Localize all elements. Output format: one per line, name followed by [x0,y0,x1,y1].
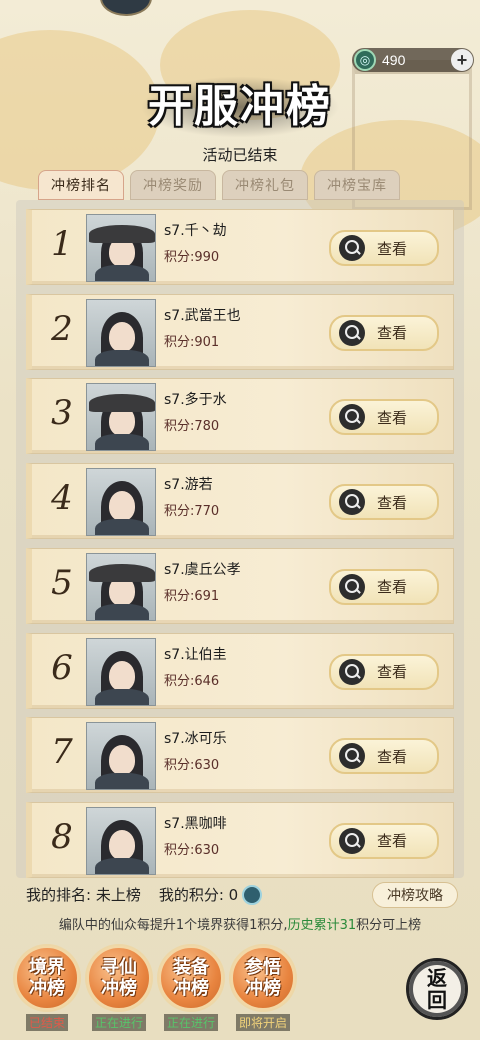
view-label: 查看 [377,493,408,512]
tab-gift-pack[interactable]: 冲榜礼包 [222,170,308,200]
magnifier-icon [339,319,365,346]
view-label: 查看 [377,324,408,343]
ranking-row: 2 s7.武當王也 积分:901 查看 [26,293,454,370]
view-label: 查看 [377,663,408,681]
immortal-ranking-entry: 寻仙 冲榜 正在进行 [86,946,152,1031]
tab-ranking[interactable]: 冲榜排名 [38,170,124,200]
player-name: s7.多于水 [164,392,227,409]
view-label: 查看 [377,832,408,851]
player-score: 积分:990 [164,250,220,265]
realm-ranking-button[interactable]: 境界 冲榜 [15,946,79,1010]
player-score: 积分:691 [164,588,220,604]
player-name: s7.武當王也 [164,307,241,324]
my-rank-text: 我的排名: 未上榜 [26,886,141,904]
view-label: 查看 [377,408,408,427]
tab-rewards[interactable]: 冲榜奖励 [130,170,216,200]
ranking-row: 7 s7.冰可乐 积分:630 查看 [26,717,454,794]
tab-treasury[interactable]: 冲榜宝库 [314,170,400,200]
status-label: 正在进行 [163,1014,218,1031]
my-score-text: 我的积分: 0 [158,886,239,904]
event-status: 活动已结束 [202,146,278,164]
player-score: 积分:646 [164,673,220,689]
player-score: 积分:630 [164,842,220,858]
insight-ranking-button[interactable]: 参悟 冲榜 [231,946,295,1010]
rank-number: 4 [51,478,73,519]
view-button[interactable]: 查看 [329,314,439,351]
player-name: s7.虞丘公孝 [164,561,241,578]
return-button[interactable]: 返 回 [406,958,468,1020]
status-label: 已结束 [25,1014,68,1031]
avatar [86,298,156,367]
rule-text-part: 编队中的仙众每提升1个境界获得1积分, [58,918,288,933]
plus-icon[interactable]: + [451,49,473,71]
view-button[interactable]: 查看 [329,484,439,521]
view-button[interactable]: 查看 [329,399,439,436]
player-name: s7.让伯圭 [164,646,227,663]
player-name: s7.冰可乐 [164,731,227,748]
magnifier-icon [339,404,365,431]
page-title: 开服冲榜 [148,81,332,132]
view-label: 查看 [377,239,408,258]
rule-text-part: 积分可上榜 [356,918,422,933]
player-name: s7.游若 [164,477,213,494]
magnifier-icon [339,489,365,516]
my-rank-info: 我的排名: 未上榜 我的积分: 0 [26,884,263,905]
player-score: 积分:630 [164,758,220,774]
view-button[interactable]: 查看 [329,230,439,266]
avatar [86,383,156,452]
view-button[interactable]: 查看 [329,822,439,859]
magnifier-icon [339,235,365,261]
immortal-ranking-button[interactable]: 寻仙 冲榜 [87,946,151,1010]
player-score: 积分:901 [164,334,220,350]
currency-amount: 490 [382,52,406,68]
view-label: 查看 [377,578,408,597]
view-button[interactable]: 查看 [329,653,439,690]
magnifier-icon [339,573,365,600]
score-spiral-icon [242,884,263,905]
view-button[interactable]: 查看 [329,568,439,605]
ranking-row: 1 s7.千丶劫 积分:990 查看 [26,209,454,285]
avatar [86,552,156,621]
ranking-row: 3 s7.多于水 积分:780 查看 [26,378,454,455]
rank-number: 8 [51,816,73,857]
insight-ranking-entry: 参悟 冲榜 即将开启 [230,946,296,1031]
magnifier-icon [339,827,365,854]
avatar [86,468,156,537]
avatar [86,637,156,706]
rank-number: 1 [51,224,73,264]
magnifier-icon [339,658,365,685]
ranking-type-buttons: 境界 冲榜 已结束 寻仙 冲榜 正在进行 装备 冲榜 正在进行 参悟 冲榜 即将… [14,946,296,1031]
player-score: 积分:780 [164,419,220,435]
rank-number: 2 [51,308,73,349]
ranking-row: 6 s7.让伯圭 积分:646 查看 [26,632,454,709]
avatar [86,722,156,791]
rank-number: 5 [51,562,73,603]
rank-number: 3 [51,393,73,434]
status-label: 正在进行 [91,1014,146,1031]
currency-bar: ◎ 490 + [352,48,474,72]
avatar [86,806,156,875]
status-label: 即将开启 [235,1014,290,1031]
player-score: 积分:770 [164,504,220,520]
rank-number: 7 [51,732,73,773]
rank-number: 6 [51,647,73,688]
rule-highlight: 历史累计31 [287,918,357,933]
player-name: s7.千丶劫 [164,223,227,239]
magnifier-icon [339,743,365,770]
player-name: s7.黑咖啡 [164,815,227,832]
view-button[interactable]: 查看 [329,738,439,775]
realm-ranking-entry: 境界 冲榜 已结束 [14,946,80,1031]
equipment-ranking-entry: 装备 冲榜 正在进行 [158,946,224,1031]
ranking-row: 5 s7.虞丘公孝 积分:691 查看 [26,547,454,624]
ranking-row: 4 s7.游若积分:770 查看 [26,463,454,540]
ranking-row: 8 s7.黑咖啡 积分:630 查看 [26,801,454,878]
equipment-ranking-button[interactable]: 装备 冲榜 [159,946,223,1010]
avatar [86,214,156,282]
ranking-rule-text: 编队中的仙众每提升1个境界获得1积分,历史累计31积分可上榜 [0,914,480,933]
view-label: 查看 [377,747,408,766]
tab-bar: 冲榜排名 冲榜奖励 冲榜礼包 冲榜宝库 [38,170,400,200]
ranking-guide-button[interactable]: 冲榜攻略 [372,882,458,908]
jade-spiral-icon: ◎ [354,49,376,71]
